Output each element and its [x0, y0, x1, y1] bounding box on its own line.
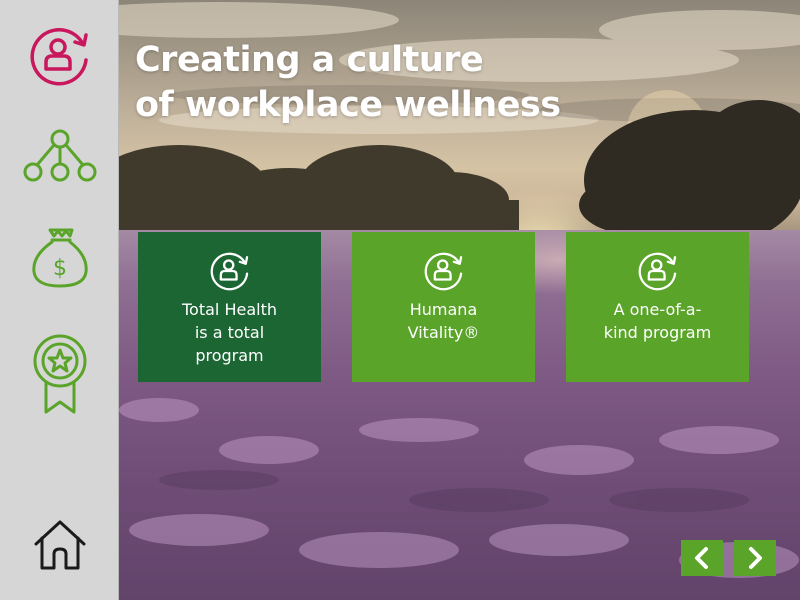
- page-title-line1: Creating a culture: [135, 40, 484, 80]
- network-hierarchy-icon: [23, 129, 96, 182]
- chevron-right-icon: [749, 547, 762, 569]
- tile-one-of-a-kind[interactable]: A one-of-a- kind program: [566, 232, 749, 382]
- next-button[interactable]: [734, 540, 776, 576]
- tile-label: Total Health is a total program: [182, 300, 277, 365]
- home-button[interactable]: [0, 516, 119, 572]
- page-title-line2: of workplace wellness: [135, 85, 561, 125]
- page-title: Creating a culture of workplace wellness: [135, 38, 655, 128]
- sidebar-item-finance[interactable]: $: [0, 226, 119, 290]
- tile-humana-vitality[interactable]: Humana Vitality®: [352, 232, 535, 382]
- previous-button[interactable]: [681, 540, 723, 576]
- chevron-left-icon: [695, 547, 708, 569]
- person-refresh-icon: [29, 28, 88, 86]
- sidebar-item-awards[interactable]: [0, 334, 119, 416]
- tile-label: A one-of-a- kind program: [603, 300, 712, 342]
- svg-text:$: $: [53, 256, 67, 281]
- app-window: $ Creating a culture of workplace wellne…: [0, 0, 800, 600]
- money-bag-icon: $: [31, 228, 88, 288]
- home-icon: [34, 520, 85, 570]
- person-refresh-icon: [424, 252, 462, 291]
- tile-total-health[interactable]: Total Health is a total program: [138, 232, 321, 382]
- person-refresh-icon: [638, 252, 676, 291]
- main-stage: Creating a culture of workplace wellness…: [119, 0, 800, 600]
- sidebar-nav: $: [0, 0, 119, 600]
- person-refresh-icon: [210, 252, 248, 291]
- tile-label: Humana Vitality®: [407, 300, 480, 342]
- award-ribbon-icon: [33, 334, 86, 414]
- sidebar-item-network[interactable]: [0, 128, 119, 184]
- sidebar-item-total-health[interactable]: [0, 24, 119, 88]
